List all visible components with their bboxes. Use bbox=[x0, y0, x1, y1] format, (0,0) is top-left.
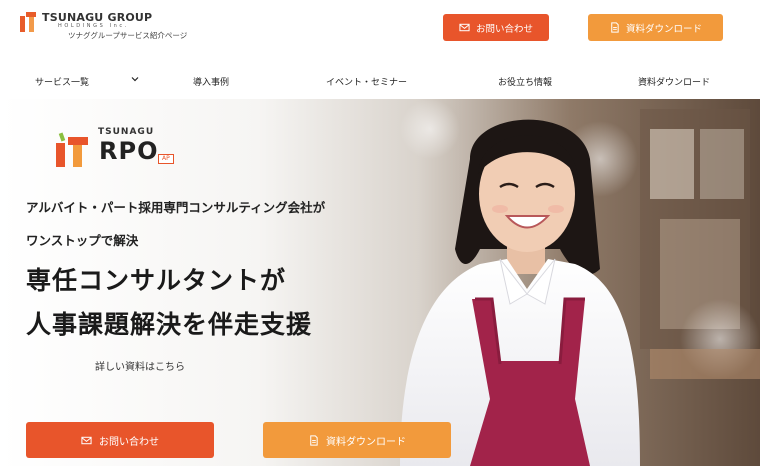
rpo-logo-big: RPO bbox=[99, 137, 159, 165]
mail-icon bbox=[81, 436, 92, 444]
logo-name: TSUNAGU GROUP bbox=[42, 11, 153, 24]
nav-item-download[interactable]: 資料ダウンロード bbox=[638, 75, 710, 88]
document-icon bbox=[611, 22, 619, 33]
rpo-logo-small: TSUNAGU bbox=[98, 127, 155, 137]
hero-headline-line2: 人事課題解決を伴走支援 bbox=[26, 310, 313, 339]
hero-download-button[interactable]: 資料ダウンロード bbox=[263, 422, 451, 458]
logo-sub: HOLDINGS Inc. bbox=[58, 23, 129, 29]
rpo-logo-mark-icon bbox=[54, 129, 94, 169]
document-icon bbox=[310, 434, 318, 446]
hero-lead-line2: ワンストップで解決 bbox=[26, 233, 139, 248]
hero-contact-button[interactable]: お問い合わせ bbox=[26, 422, 214, 458]
nav-item-events[interactable]: イベント・セミナー bbox=[326, 75, 407, 88]
hero-detail-link[interactable]: 詳しい資料はこちら bbox=[95, 358, 185, 373]
hero-download-label: 資料ダウンロード bbox=[326, 436, 406, 448]
header-download-label: 資料ダウンロード bbox=[625, 23, 702, 35]
hero-headline-line1: 専任コンサルタントが bbox=[26, 266, 287, 295]
logo-mark-icon bbox=[18, 12, 38, 34]
nav-item-resources[interactable]: お役立ち情報 bbox=[498, 75, 552, 88]
logo-caption: ツナググループサービス紹介ページ bbox=[68, 31, 188, 40]
hero-lead-line1: アルバイト・パート採用専門コンサルティング会社が bbox=[26, 200, 326, 215]
hero-contact-label: お問い合わせ bbox=[99, 436, 159, 448]
hero-section: TSUNAGU RPO AP アルバイト・パート採用専門コンサルティング会社が … bbox=[0, 99, 760, 466]
header-contact-button[interactable]: お問い合わせ bbox=[443, 14, 549, 41]
header-download-button[interactable]: 資料ダウンロード bbox=[588, 14, 723, 41]
company-logo[interactable]: TSUNAGU GROUP HOLDINGS Inc. ツナググループサービス紹… bbox=[18, 12, 187, 40]
header-contact-label: お問い合わせ bbox=[475, 23, 533, 35]
nav-item-cases[interactable]: 導入事例 bbox=[193, 75, 229, 88]
chevron-down-icon[interactable] bbox=[131, 75, 139, 83]
main-nav: サービス一覧 導入事例 イベント・セミナー お役立ち情報 資料ダウンロード bbox=[0, 63, 760, 99]
nav-item-services[interactable]: サービス一覧 bbox=[35, 75, 89, 88]
mail-icon bbox=[459, 23, 470, 32]
site-header: TSUNAGU GROUP HOLDINGS Inc. ツナググループサービス紹… bbox=[0, 0, 760, 56]
rpo-logo-badge: AP bbox=[158, 154, 174, 164]
